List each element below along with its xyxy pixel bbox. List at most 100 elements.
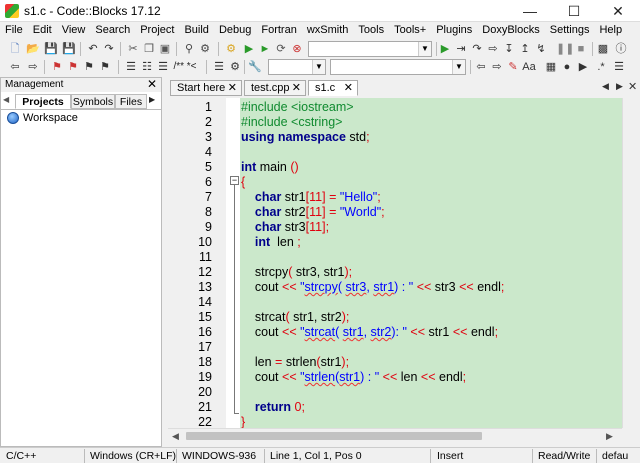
debug-run-icon[interactable]: ▶ [438, 42, 452, 56]
doxy-run-icon[interactable]: ☰ [212, 60, 226, 74]
menu-debug[interactable]: Debug [214, 22, 256, 36]
doxy-comment-button[interactable]: /** *< [170, 60, 200, 74]
run-icon[interactable]: ▶ [242, 42, 256, 56]
code-line[interactable]: int main () [241, 160, 299, 175]
menu-search[interactable]: Search [90, 22, 135, 36]
workspace-tree-root[interactable]: Workspace [23, 112, 78, 124]
highlight-icon[interactable]: ✎ [506, 60, 520, 74]
minimize-icon[interactable]: — [508, 0, 552, 22]
scroll-left-icon[interactable]: ◀ [172, 431, 179, 442]
next-line-icon[interactable]: ↷ [470, 42, 484, 56]
code-line[interactable]: len = strlen(str1); [241, 355, 349, 370]
tab-scroll-left-icon[interactable]: ◀ [602, 81, 609, 92]
tab-start-here[interactable]: Start here ✕ [170, 80, 242, 96]
code-completion-scope-combo[interactable]: ▼ [268, 59, 326, 75]
abort-icon[interactable]: ⊗ [290, 42, 304, 56]
options-icon[interactable]: ☰ [612, 60, 626, 74]
jump-forward-icon[interactable]: ⇨ [26, 60, 40, 74]
tab-test-cpp[interactable]: test.cpp ✕ [244, 80, 306, 96]
code-line[interactable]: strcat( str1, str2); [241, 310, 349, 325]
pause-icon[interactable]: ❚❚ [556, 42, 574, 56]
select-all-icon[interactable]: ▦ [544, 60, 558, 74]
menu-build[interactable]: Build [179, 22, 213, 36]
stop-macro-icon[interactable]: ▶ [576, 60, 590, 74]
doxy-wizard-icon[interactable]: ☷ [140, 60, 154, 74]
build-gear-icon[interactable]: ⚙ [224, 42, 238, 56]
code-line[interactable]: char str3[11]; [241, 220, 329, 235]
close-icon[interactable]: ✕ [147, 78, 157, 91]
tab-scroll-right-icon[interactable]: ▶ [149, 95, 155, 104]
cut-icon[interactable]: ✂ [126, 42, 140, 56]
menu-view[interactable]: View [57, 22, 91, 36]
next-icon[interactable]: ⇨ [490, 60, 504, 74]
debug-info-icon[interactable]: ⓘ [614, 42, 628, 56]
prev-icon[interactable]: ⇦ [474, 60, 488, 74]
regex-icon[interactable]: .* [594, 60, 608, 74]
code-line[interactable]: cout << "strcpy( str3, str1) : " << str3… [241, 280, 504, 295]
doxy-extract-icon[interactable]: ☰ [156, 60, 170, 74]
step-into-instruction-icon[interactable]: ↯ [534, 42, 548, 56]
scrollbar-thumb[interactable] [186, 432, 482, 440]
code-line[interactable]: strcpy( str3, str1); [241, 265, 352, 280]
menu-tools-plus[interactable]: Tools+ [389, 22, 431, 36]
next-instruction-icon[interactable]: ⇨ [486, 42, 500, 56]
match-case-icon[interactable]: Aa [522, 60, 536, 74]
code-line[interactable]: #include <iostream> [241, 100, 354, 115]
jump-back-icon[interactable]: ⇦ [8, 60, 22, 74]
code-editor[interactable]: #include <iostream> #include <cstring> usi… [240, 98, 622, 429]
code-line[interactable]: #include <cstring> [241, 115, 342, 130]
replace-icon[interactable]: ⚙ [198, 42, 212, 56]
code-line[interactable]: { [241, 175, 245, 190]
comment-icon[interactable]: ☰ [124, 60, 138, 74]
bookmark-prev-icon[interactable]: ⚑ [66, 60, 80, 74]
run-to-cursor-icon[interactable]: ⇥ [454, 42, 468, 56]
build-and-run-icon[interactable]: ► [258, 42, 272, 56]
close-icon[interactable]: ✕ [228, 81, 237, 95]
code-line[interactable]: cout << "strcat( str1, str2): " << str1 … [241, 325, 498, 340]
code-line[interactable]: using namespace std; [241, 130, 370, 145]
code-line[interactable]: char str2[11] = "World"; [241, 205, 385, 220]
save-icon[interactable]: 💾 [44, 42, 58, 56]
debug-windows-icon[interactable]: ▩ [596, 42, 610, 56]
build-target-combo[interactable]: ▼ [308, 41, 432, 57]
code-line[interactable]: cout << "strlen(str1) : " << len << endl… [241, 370, 466, 385]
code-line[interactable]: char str1[11] = "Hello"; [241, 190, 381, 205]
tab-s1-c[interactable]: s1.c ✕ [308, 80, 358, 96]
tab-files[interactable]: Files [115, 94, 147, 109]
horizontal-scrollbar[interactable]: ◀ ▶ [168, 428, 622, 443]
tab-symbols[interactable]: Symbols [71, 94, 115, 109]
save-all-icon[interactable]: 💾 [62, 42, 76, 56]
fold-collapse-icon[interactable]: − [230, 176, 239, 185]
code-line[interactable]: return 0; [241, 400, 305, 415]
vertical-scrollbar[interactable] [622, 98, 639, 428]
undo-icon[interactable]: ↶ [86, 42, 100, 56]
copy-icon[interactable]: ❐ [142, 42, 156, 56]
menu-fortran[interactable]: Fortran [256, 22, 301, 36]
find-icon[interactable]: ⚲ [182, 42, 196, 56]
menu-doxyblocks[interactable]: DoxyBlocks [477, 22, 544, 36]
rebuild-icon[interactable]: ⟳ [274, 42, 288, 56]
maximize-icon[interactable]: ☐ [552, 0, 596, 22]
menu-plugins[interactable]: Plugins [431, 22, 477, 36]
code-line[interactable]: int len ; [241, 235, 301, 250]
close-icon[interactable]: ✕ [628, 80, 637, 93]
menu-project[interactable]: Project [135, 22, 179, 36]
close-icon[interactable]: ✕ [344, 81, 353, 95]
new-file-icon[interactable]: 🗋 [8, 42, 22, 56]
wrench-icon[interactable]: 🔧 [248, 60, 262, 74]
tab-scroll-left-icon[interactable]: ◀ [3, 95, 9, 104]
step-out-icon[interactable]: ↥ [518, 42, 532, 56]
menu-tools[interactable]: Tools [353, 22, 389, 36]
redo-icon[interactable]: ↷ [102, 42, 116, 56]
close-icon[interactable]: ✕ [292, 81, 301, 95]
bookmark-next-icon[interactable]: ⚑ [82, 60, 96, 74]
record-macro-icon[interactable]: ● [560, 60, 574, 74]
menu-file[interactable]: File [0, 22, 28, 36]
search-combo[interactable]: ▼ [330, 59, 466, 75]
menu-edit[interactable]: Edit [28, 22, 57, 36]
menu-settings[interactable]: Settings [545, 22, 595, 36]
tab-projects[interactable]: Projects [15, 94, 71, 109]
menu-help[interactable]: Help [594, 22, 627, 36]
close-icon[interactable]: ✕ [596, 0, 640, 22]
step-into-icon[interactable]: ↧ [502, 42, 516, 56]
